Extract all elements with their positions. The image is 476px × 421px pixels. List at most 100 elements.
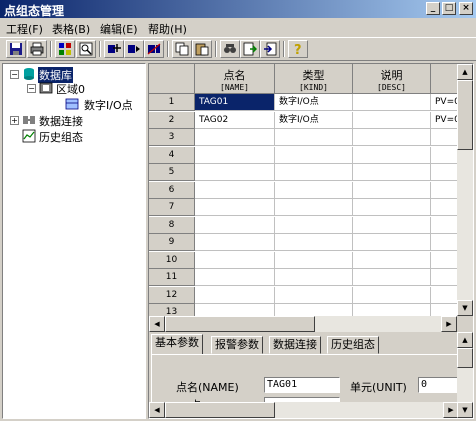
menu-help[interactable]: 帮助(H) [148, 21, 187, 37]
grid-cell-pv[interactable] [431, 129, 459, 146]
grid-cell-name[interactable] [195, 146, 275, 164]
grid-cell-name[interactable] [195, 199, 275, 216]
grid-cell-pv[interactable] [431, 147, 459, 164]
tree-node-database[interactable]: − 数据库 [7, 67, 137, 83]
grid-cell-kind[interactable] [275, 199, 353, 216]
grid-cell-desc[interactable] [353, 164, 431, 181]
tree-node-digital-io[interactable]: 数字I/O点 [7, 97, 137, 112]
help-icon[interactable]: ? [288, 40, 308, 58]
grid-vertical-scrollbar[interactable]: ▲ ▼ [457, 64, 473, 316]
grid-cell-name[interactable]: TAG02 [195, 111, 275, 129]
grid-cell-kind[interactable]: 数字I/O点 [275, 111, 353, 129]
unit-input[interactable]: 0 [418, 377, 458, 393]
grid-horizontal-scrollbar[interactable]: ◀ ▶ [149, 316, 457, 332]
scroll-left-icon[interactable]: ◀ [149, 316, 165, 332]
grid-cell-desc[interactable] [353, 216, 431, 234]
menu-project[interactable]: 工程(F) [6, 21, 43, 37]
close-button[interactable]: × [459, 2, 473, 15]
grid-cell-pv[interactable] [431, 199, 459, 216]
scroll-left-icon[interactable]: ◀ [149, 402, 165, 418]
grid-cell-name[interactable] [195, 251, 275, 269]
tree-pane[interactable]: − 数据库 − 区域0 数字I/O点 + 数据连接 历史组态 [2, 63, 146, 419]
grid-cell-name[interactable] [195, 234, 275, 251]
grid-cell-pv[interactable] [431, 252, 459, 269]
grid-cell-pv[interactable] [431, 234, 459, 251]
row-header[interactable]: 10 [149, 251, 195, 269]
scroll-thumb[interactable] [457, 80, 473, 150]
grid-cell-desc[interactable] [353, 269, 431, 286]
grid-cell-kind[interactable]: 数字I/O点 [275, 94, 353, 111]
menu-table[interactable]: 表格(B) [52, 21, 90, 37]
tree-node-region[interactable]: − 区域0 [7, 81, 137, 96]
export-icon[interactable] [240, 40, 260, 58]
grid-cell-pv[interactable] [431, 217, 459, 234]
column-header-desc[interactable]: 说明 [DESC] [353, 64, 431, 94]
row-header[interactable]: 2 [149, 111, 195, 129]
grid-cell-kind[interactable] [275, 216, 353, 234]
minimize-button[interactable]: _ [426, 2, 440, 15]
grid-cell-pv[interactable] [431, 164, 459, 181]
scroll-up-icon[interactable]: ▲ [457, 64, 473, 80]
grid-cell-desc[interactable] [353, 146, 431, 164]
grid-cell-desc[interactable] [353, 111, 431, 129]
grid-cell-desc[interactable] [353, 286, 431, 304]
grid-cell-desc[interactable] [353, 251, 431, 269]
grid-cell-pv[interactable]: PV=0: [431, 94, 459, 111]
panel-horizontal-scrollbar[interactable]: ◀ ▶ [149, 402, 459, 418]
tab-basic-params[interactable]: 基本参数 [151, 334, 203, 355]
scroll-thumb[interactable] [165, 316, 315, 332]
grid-cell-desc[interactable] [353, 94, 431, 111]
grid-cell-kind[interactable] [275, 304, 353, 316]
copy-icon[interactable] [172, 40, 192, 58]
search-replace-icon[interactable] [220, 40, 240, 58]
tab-data-connection[interactable]: 数据连接 [269, 336, 321, 354]
grid-cell-name[interactable] [195, 304, 275, 316]
scroll-thumb[interactable] [165, 402, 275, 418]
grid-cell-pv[interactable] [431, 182, 459, 199]
grid-cell-name[interactable]: TAG01 [195, 94, 275, 111]
scroll-down-icon[interactable]: ▼ [457, 402, 473, 418]
grid-cell-kind[interactable] [275, 129, 353, 146]
row-header[interactable]: 7 [149, 199, 195, 216]
grid-cell-name[interactable] [195, 164, 275, 181]
row-header[interactable]: 11 [149, 269, 195, 286]
grid-cell-desc[interactable] [353, 199, 431, 216]
title-bar[interactable]: 点组态管理 _ □ × [0, 0, 476, 18]
insert-point-icon[interactable] [124, 40, 144, 58]
save-icon[interactable] [6, 40, 26, 58]
point-grid[interactable]: 点名 [NAME] 类型 [KIND] 说明 [DESC] 1 TAG01 数字I/… [149, 64, 459, 316]
grid-cell-desc[interactable] [353, 181, 431, 199]
grid-cell-pv[interactable] [431, 304, 459, 316]
scroll-thumb[interactable] [457, 348, 473, 368]
tab-history[interactable]: 历史组态 [327, 336, 379, 354]
tree-node-history[interactable]: 历史组态 [7, 129, 137, 144]
grid-cell-name[interactable] [195, 286, 275, 304]
expand-icon[interactable]: + [10, 116, 19, 125]
panel-vertical-scrollbar[interactable]: ▲ ▼ [457, 332, 473, 418]
grid-cell-name[interactable] [195, 216, 275, 234]
tab-alarm-params[interactable]: 报警参数 [211, 336, 263, 354]
grid-cell-name[interactable] [195, 181, 275, 199]
name-input[interactable]: TAG01 [264, 377, 340, 393]
row-header[interactable]: 9 [149, 234, 195, 251]
row-header[interactable]: 3 [149, 129, 195, 146]
grid-cell-kind[interactable] [275, 146, 353, 164]
grid-view-icon[interactable] [55, 40, 75, 58]
grid-cell-pv[interactable]: PV=0: [431, 112, 459, 129]
row-header[interactable]: 5 [149, 164, 195, 181]
import-icon[interactable] [260, 40, 280, 58]
paste-icon[interactable] [192, 40, 212, 58]
grid-cell-pv[interactable] [431, 287, 459, 304]
grid-cell-kind[interactable] [275, 234, 353, 251]
grid-cell-kind[interactable] [275, 251, 353, 269]
grid-corner[interactable] [149, 64, 195, 94]
collapse-icon[interactable]: − [27, 84, 36, 93]
grid-cell-kind[interactable] [275, 286, 353, 304]
column-header-kind[interactable]: 类型 [KIND] [275, 64, 353, 94]
grid-cell-kind[interactable] [275, 164, 353, 181]
menu-edit[interactable]: 编辑(E) [100, 21, 138, 37]
delete-point-icon[interactable] [144, 40, 164, 58]
grid-cell-pv[interactable] [431, 269, 459, 286]
row-header[interactable]: 12 [149, 286, 195, 304]
collapse-icon[interactable]: − [10, 70, 19, 79]
